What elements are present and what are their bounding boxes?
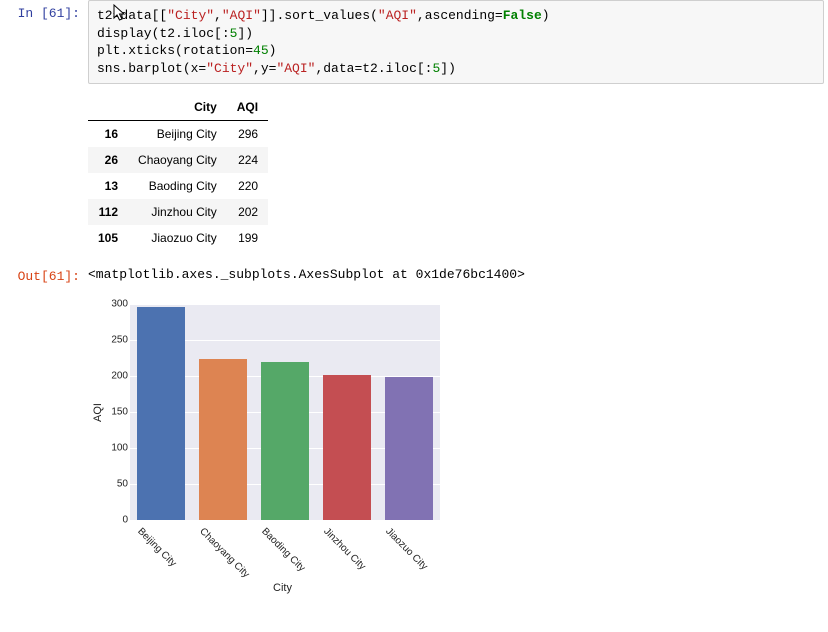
code-token: display(t2.iloc[: xyxy=(97,26,230,41)
y-tick-label: 150 xyxy=(94,407,128,418)
code-token: , xyxy=(214,8,222,23)
chart-output: AQI City 050100150200250300Beijing CityC… xyxy=(0,302,828,592)
table-row: 16 Beijing City 296 xyxy=(88,121,268,148)
in-prompt: In [61]: xyxy=(0,0,88,84)
code-token: data[[ xyxy=(120,8,167,23)
cell-city: Baoding City xyxy=(128,173,227,199)
bar xyxy=(323,375,371,520)
cell-aqi: 199 xyxy=(227,225,268,251)
x-tick-label: Jiaozuo City xyxy=(383,526,429,572)
cell-city: Jiaozuo City xyxy=(128,225,227,251)
code-token: sns.barplot(x= xyxy=(97,61,206,76)
code-token: 45 xyxy=(253,43,269,58)
out-prompt: Out[61]: xyxy=(0,263,88,292)
row-index: 26 xyxy=(88,147,128,173)
code-token: plt.xticks(rotation= xyxy=(97,43,253,58)
table-row: 112 Jinzhou City 202 xyxy=(88,199,268,225)
cell-aqi: 220 xyxy=(227,173,268,199)
table-header-index xyxy=(88,94,128,121)
cell-city: Jinzhou City xyxy=(128,199,227,225)
code-token: "City" xyxy=(206,61,253,76)
x-tick-label: Baoding City xyxy=(259,526,307,574)
y-tick-label: 300 xyxy=(94,299,128,310)
cell-aqi: 224 xyxy=(227,147,268,173)
code-token: ,ascending= xyxy=(417,8,503,23)
row-index: 112 xyxy=(88,199,128,225)
output-cell: Out[61]: <matplotlib.axes._subplots.Axes… xyxy=(0,263,828,292)
y-tick-label: 0 xyxy=(94,515,128,526)
bar xyxy=(137,307,185,520)
code-input[interactable]: t2=data[["City","AQI"]].sort_values("AQI… xyxy=(88,0,824,84)
code-token: "AQI" xyxy=(276,61,315,76)
bar xyxy=(199,359,247,520)
repr-text: <matplotlib.axes._subplots.AxesSubplot a… xyxy=(88,263,525,292)
table-row: 26 Chaoyang City 224 xyxy=(88,147,268,173)
code-token: ,data=t2.iloc[: xyxy=(315,61,432,76)
code-token: ]].sort_values( xyxy=(261,8,378,23)
code-token: "City" xyxy=(167,8,214,23)
y-tick-label: 50 xyxy=(94,479,128,490)
code-token: ]) xyxy=(440,61,456,76)
code-token: t2 xyxy=(97,8,113,23)
code-token: ) xyxy=(542,8,550,23)
table-row: 13 Baoding City 220 xyxy=(88,173,268,199)
table-header-aqi: AQI xyxy=(227,94,268,121)
cell-city: Chaoyang City xyxy=(128,147,227,173)
input-cell: In [61]: t2=data[["City","AQI"]].sort_va… xyxy=(0,0,828,84)
dataframe-output: City AQI 16 Beijing City 296 26 Chaoyang… xyxy=(0,94,828,251)
x-tick-label: Chaoyang City xyxy=(197,526,251,580)
cell-aqi: 296 xyxy=(227,121,268,148)
bar xyxy=(385,377,433,520)
code-token: False xyxy=(503,8,542,23)
table-row: 105 Jiaozuo City 199 xyxy=(88,225,268,251)
code-token: ) xyxy=(269,43,277,58)
dataframe-table: City AQI 16 Beijing City 296 26 Chaoyang… xyxy=(88,94,268,251)
bars-container xyxy=(130,304,440,520)
row-index: 16 xyxy=(88,121,128,148)
y-tick-label: 100 xyxy=(94,443,128,454)
code-token: "AQI" xyxy=(378,8,417,23)
y-tick-label: 250 xyxy=(94,335,128,346)
y-tick-label: 200 xyxy=(94,371,128,382)
bar-chart: AQI City 050100150200250300Beijing CityC… xyxy=(88,302,448,592)
x-axis-label: City xyxy=(273,582,292,594)
table-header-city: City xyxy=(128,94,227,121)
gridline xyxy=(130,520,440,521)
code-token: ,y= xyxy=(253,61,276,76)
cell-city: Beijing City xyxy=(128,121,227,148)
bar xyxy=(261,362,309,520)
x-tick-label: Jinzhou City xyxy=(321,526,367,572)
x-tick-label: Beijing City xyxy=(135,526,178,569)
code-token: ]) xyxy=(237,26,253,41)
code-token: "AQI" xyxy=(222,8,261,23)
cell-aqi: 202 xyxy=(227,199,268,225)
row-index: 105 xyxy=(88,225,128,251)
row-index: 13 xyxy=(88,173,128,199)
